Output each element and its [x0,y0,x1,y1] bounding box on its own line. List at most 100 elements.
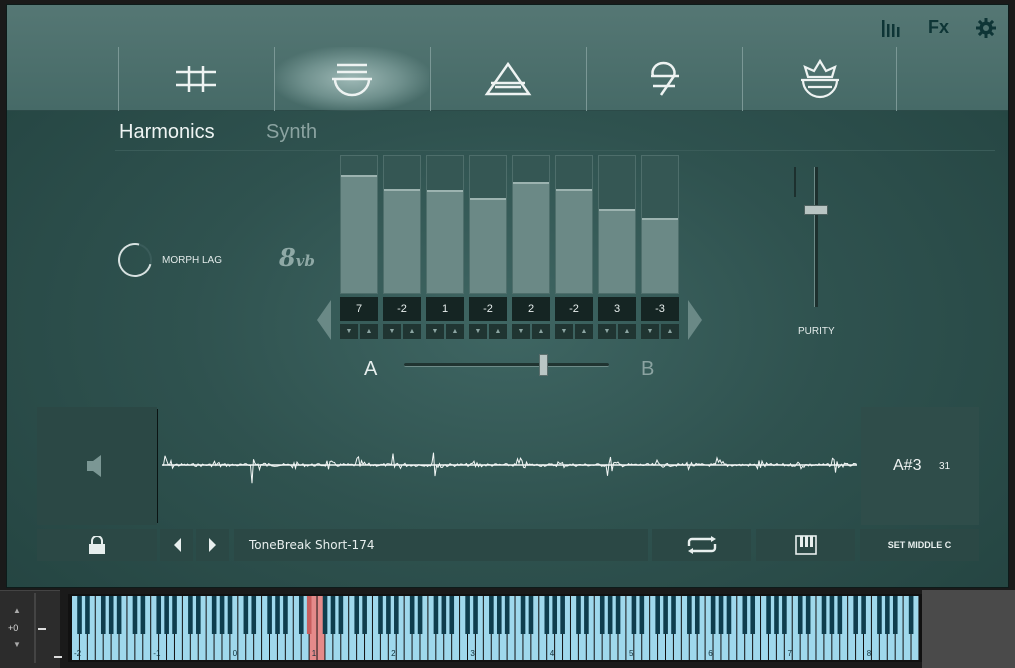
speaker-icon[interactable] [85,453,105,479]
black-key[interactable] [108,596,114,634]
keyboard-view-button[interactable] [756,529,855,561]
black-key[interactable] [132,596,138,634]
black-key[interactable] [354,596,360,634]
harmonic-slider[interactable] [641,155,679,294]
black-key[interactable] [671,596,676,634]
black-key[interactable] [227,596,233,634]
black-key[interactable] [718,596,724,634]
tab-2[interactable] [274,47,429,111]
black-key[interactable] [687,596,692,634]
black-key[interactable] [417,596,423,634]
waveform-display[interactable] [157,407,859,525]
harmonic-decrement-button[interactable]: ▼ [426,324,444,339]
set-middle-c-button[interactable]: SET MIDDLE C [860,529,979,561]
black-key[interactable] [378,596,383,634]
tab-3[interactable] [430,47,585,111]
harmonic-decrement-button[interactable]: ▼ [512,324,530,339]
harmonic-increment-button[interactable]: ▲ [575,324,593,339]
black-key[interactable] [219,596,225,634]
harmonic-decrement-button[interactable]: ▼ [340,324,358,339]
fx-button[interactable]: Fx [928,17,949,39]
sample-name-field[interactable]: ToneBreak Short-174 [234,529,648,561]
zoom-minus-button[interactable] [38,628,46,630]
octave-down-arrow[interactable]: ▼ [13,640,21,649]
prev-sample-button[interactable] [160,529,193,561]
black-key[interactable] [710,596,716,634]
harmonics-next-arrow[interactable] [688,300,702,340]
black-key[interactable] [774,596,779,634]
black-key[interactable] [441,596,447,634]
harmonic-decrement-button[interactable]: ▼ [555,324,573,339]
tab-5[interactable] [742,47,897,111]
black-key[interactable] [362,596,367,634]
black-key[interactable] [473,596,478,634]
range-minus-button[interactable] [54,656,62,658]
black-key[interactable] [797,596,803,634]
black-key[interactable] [892,596,898,634]
black-key[interactable] [504,596,510,634]
black-key[interactable] [338,596,344,634]
black-key[interactable] [861,596,866,634]
harmonics-prev-arrow[interactable] [317,300,331,340]
harmonic-increment-button[interactable]: ▲ [618,324,636,339]
black-key[interactable] [394,596,399,634]
black-key[interactable] [211,596,217,634]
black-key[interactable] [520,596,526,634]
tab-4[interactable] [586,47,741,111]
black-key[interactable] [275,596,280,634]
mixer-bars-icon[interactable] [881,17,901,39]
black-key[interactable] [655,596,660,634]
morph-lag-knob[interactable] [111,236,159,284]
black-key[interactable] [821,596,827,634]
harmonic-decrement-button[interactable]: ▼ [383,324,401,339]
black-key[interactable] [544,596,550,634]
black-key[interactable] [100,596,106,634]
black-key[interactable] [885,596,890,634]
harmonic-decrement-button[interactable]: ▼ [598,324,616,339]
black-key[interactable] [496,596,502,634]
black-key[interactable] [172,596,177,634]
black-key[interactable] [156,596,162,634]
black-key[interactable] [766,596,771,634]
black-key[interactable] [615,596,621,634]
ab-morph-handle[interactable] [539,354,548,376]
black-key[interactable] [330,596,336,634]
harmonic-slider[interactable] [340,155,378,294]
gear-icon[interactable] [975,17,997,39]
black-key[interactable] [196,596,201,634]
black-key[interactable] [85,596,90,634]
black-key[interactable] [742,596,748,634]
subtab-synth[interactable]: Synth [266,121,317,144]
black-key[interactable] [560,596,565,634]
black-key[interactable] [306,596,312,634]
black-key[interactable] [639,596,645,634]
black-key[interactable] [908,596,914,634]
harmonic-increment-button[interactable]: ▲ [489,324,507,339]
black-key[interactable] [829,596,835,634]
tab-1[interactable] [118,47,273,111]
black-key[interactable] [726,596,732,634]
subtab-harmonics[interactable]: Harmonics [119,121,215,144]
black-key[interactable] [528,596,534,634]
black-key[interactable] [164,596,169,634]
black-key[interactable] [599,596,605,634]
black-key[interactable] [322,596,328,634]
harmonic-slider[interactable] [469,155,507,294]
harmonic-increment-button[interactable]: ▲ [403,324,421,339]
harmonic-increment-button[interactable]: ▲ [446,324,464,339]
black-key[interactable] [283,596,288,634]
harmonic-increment-button[interactable]: ▲ [360,324,378,339]
next-sample-button[interactable] [196,529,229,561]
harmonic-decrement-button[interactable]: ▼ [469,324,487,339]
harmonic-slider[interactable] [426,155,464,294]
black-key[interactable] [188,596,193,634]
black-key[interactable] [465,596,470,634]
black-key[interactable] [782,596,787,634]
black-key[interactable] [576,596,581,634]
black-key[interactable] [116,596,122,634]
harmonic-slider[interactable] [512,155,550,294]
harmonic-slider[interactable] [383,155,421,294]
black-key[interactable] [243,596,249,634]
black-key[interactable] [552,596,558,634]
black-key[interactable] [877,596,882,634]
